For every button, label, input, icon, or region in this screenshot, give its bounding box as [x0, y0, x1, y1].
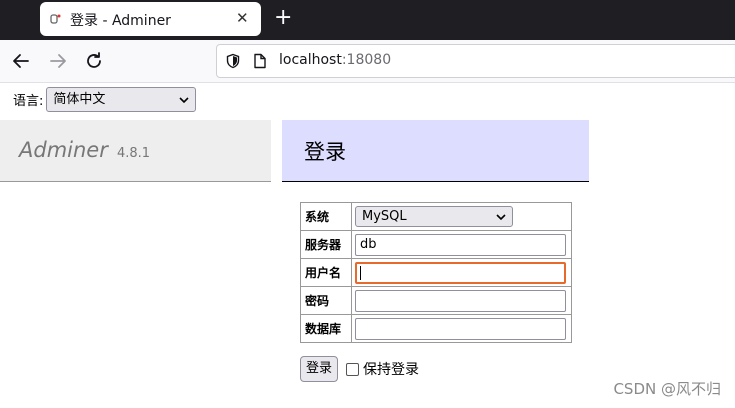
navigation-bar: localhost:18080 [0, 40, 735, 83]
database-input[interactable] [355, 317, 566, 340]
language-label: 语言: [13, 94, 44, 109]
table-row: 数据库 [300, 314, 572, 343]
text-caret [360, 265, 361, 280]
username-cell [351, 258, 572, 287]
server-input[interactable]: db [355, 233, 566, 256]
forward-arrow-icon[interactable] [46, 49, 70, 73]
language-select[interactable]: 简体中文 [46, 87, 197, 112]
chevron-down-icon [496, 213, 506, 220]
watermark: CSDN @风不归 [613, 380, 721, 398]
reload-icon[interactable] [82, 49, 106, 73]
tab-title: 登录 - Adminer [70, 13, 171, 29]
password-input[interactable] [355, 289, 566, 312]
language-select-value: 简体中文 [53, 92, 106, 107]
remember-label[interactable]: 保持登录 [363, 359, 419, 379]
tab-close-icon[interactable]: ✕ [236, 10, 249, 26]
tab-strip: 登录 - Adminer ✕ + [0, 0, 735, 40]
username-input[interactable] [355, 261, 566, 284]
password-cell [351, 286, 572, 315]
back-arrow-icon[interactable] [9, 49, 33, 73]
brand-version[interactable]: 4.8.1 [117, 146, 150, 161]
system-select-value: MySQL [362, 209, 407, 224]
page-icon[interactable] [253, 53, 267, 69]
remember-checkbox[interactable] [346, 362, 360, 376]
system-cell: MySQL [351, 202, 572, 231]
page-title: 登录 [304, 140, 346, 164]
database-cell [351, 314, 572, 343]
table-row: 系统 MySQL [300, 202, 572, 231]
browser-tab[interactable]: 登录 - Adminer ✕ [40, 2, 261, 36]
brand-link[interactable]: Adminer [19, 138, 108, 162]
login-form-table: 系统 MySQL 服务器 db 用户名 密码 数据库 [300, 202, 572, 343]
database-label: 数据库 [300, 314, 352, 343]
table-row: 密码 [300, 286, 572, 315]
content-header: 登录 [282, 120, 589, 182]
url-text[interactable]: localhost:18080 [279, 52, 391, 68]
login-button[interactable]: 登录 [300, 356, 339, 382]
table-row: 用户名 [300, 258, 572, 287]
address-bar[interactable]: localhost:18080 [216, 44, 735, 78]
server-label: 服务器 [300, 230, 352, 259]
url-port: :18080 [341, 52, 392, 68]
system-select[interactable]: MySQL [355, 206, 513, 227]
table-row: 服务器 db [300, 230, 572, 259]
username-label: 用户名 [300, 258, 352, 287]
chevron-down-icon [179, 96, 189, 103]
new-tab-icon[interactable]: + [274, 6, 292, 30]
adminer-favicon-icon [50, 14, 61, 24]
password-label: 密码 [300, 286, 352, 315]
brand: Adminer 4.8.1 [19, 138, 150, 162]
shield-icon[interactable] [225, 53, 241, 69]
form-actions: 登录 保持登录 [300, 356, 419, 382]
system-label: 系统 [300, 202, 352, 231]
server-cell: db [351, 230, 572, 259]
language-row: 语言: 简体中文 [13, 87, 197, 112]
url-host: localhost [279, 52, 342, 68]
menu-panel: Adminer 4.8.1 [0, 120, 271, 182]
